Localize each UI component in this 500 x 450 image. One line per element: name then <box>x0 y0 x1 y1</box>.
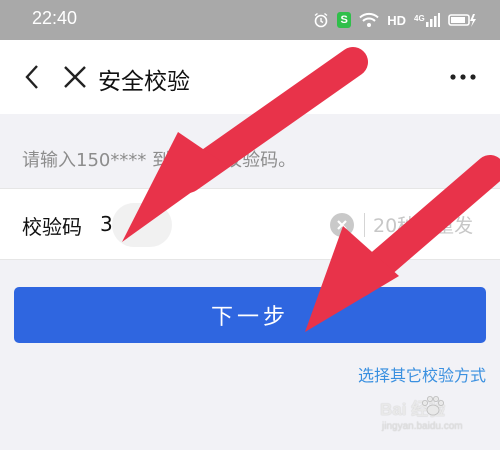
signal-4g-label: 4G <box>414 14 425 23</box>
more-dots-icon[interactable] <box>448 64 478 90</box>
status-time: 22:40 <box>32 8 78 28</box>
status-icons: S HD 4G <box>313 10 478 30</box>
clear-input-icon[interactable] <box>330 213 354 237</box>
alt-verification-link[interactable]: 选择其它校验方式 <box>358 362 486 386</box>
status-bar: 22:40 S HD 4G <box>0 0 500 40</box>
page-title: 安全校验 <box>98 69 190 95</box>
signal-icon: 4G <box>414 12 440 28</box>
verification-code-row: 校验码 20秒后重发 <box>0 188 500 260</box>
paw-logo-icon <box>420 395 446 417</box>
wifi-icon <box>359 12 379 28</box>
watermark-url: jingyan.baidu.com <box>382 421 463 432</box>
nav-bar: 安全校验 <box>0 40 500 114</box>
baidu-jingyan-watermark: Bai 经验 jingyan.baidu.com <box>380 395 500 450</box>
next-step-button[interactable]: 下一步 <box>14 287 486 343</box>
chevron-left-icon[interactable] <box>18 62 48 92</box>
code-label: 校验码 <box>22 215 82 239</box>
security-badge-icon: S <box>337 12 352 28</box>
divider <box>364 213 365 237</box>
resend-countdown: 20秒后重发 <box>373 215 474 237</box>
redaction-blur <box>112 203 172 247</box>
battery-icon <box>448 12 478 28</box>
network-type: HD <box>387 12 406 28</box>
alarm-icon <box>313 12 329 28</box>
sms-hint-text: 请输入150**** 到的短信校验码。 <box>22 150 297 171</box>
close-icon[interactable] <box>60 62 90 92</box>
